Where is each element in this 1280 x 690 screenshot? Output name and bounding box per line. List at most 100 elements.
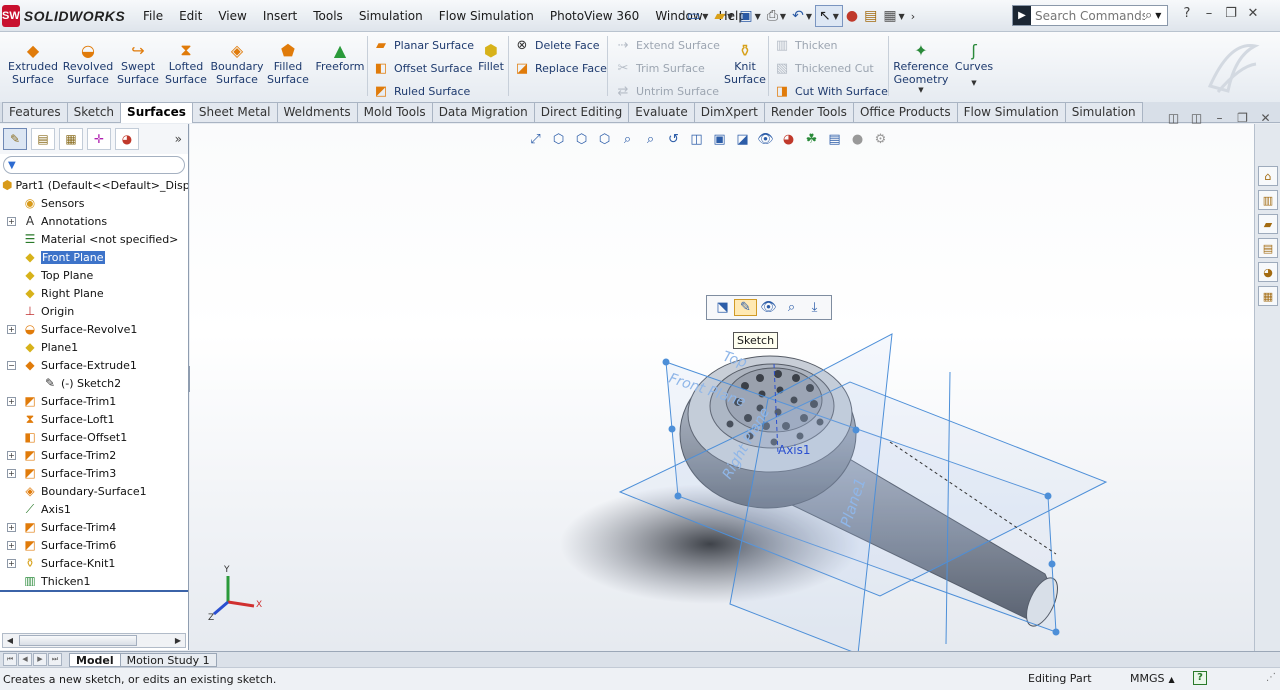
minimize-icon[interactable]: – [1208, 111, 1231, 125]
swept-surface-button[interactable]: ↪ Swept Surface [116, 40, 160, 100]
tree-item[interactable]: + A Annotations [0, 212, 188, 230]
open-button[interactable]: ▰ ▼ [711, 5, 736, 27]
new-document-button[interactable]: ▭ ▼ [684, 5, 711, 27]
feature-manager-tab[interactable]: ✎ [3, 128, 27, 150]
dimxpert-manager-tab[interactable]: ✛ [87, 128, 111, 150]
toolbar-overflow-button[interactable]: › [908, 5, 918, 27]
fillet-button[interactable]: ⬢ Fillet [476, 40, 506, 100]
restore-icon[interactable]: ❐ [1220, 6, 1242, 21]
tab-evaluate[interactable]: Evaluate [628, 102, 695, 122]
tab-flow-simulation[interactable]: Flow Simulation [956, 102, 1066, 122]
save-button[interactable]: ▣ ▼ [736, 5, 763, 27]
tab-render-tools[interactable]: Render Tools [763, 102, 854, 122]
first-tab-icon[interactable]: ⏮ [3, 653, 17, 666]
tab-motion-study-1[interactable]: Motion Study 1 [119, 652, 217, 667]
expand-icon[interactable]: + [7, 396, 16, 406]
close-icon[interactable]: ✕ [1254, 111, 1277, 125]
configuration-manager-tab[interactable]: ▦ [59, 128, 83, 150]
tree-item[interactable]: ⟋ Axis1 [0, 500, 188, 518]
offset-surface-button[interactable]: ◧ Offset Surface [372, 58, 473, 78]
menu-simulation[interactable]: Simulation [351, 8, 431, 26]
cut-with-surface-button[interactable]: ◨ Cut With Surface [773, 81, 888, 101]
delete-face-button[interactable]: ⊗ Delete Face [513, 35, 600, 55]
minimize-icon[interactable]: – [1198, 6, 1220, 21]
expand-icon[interactable]: + [7, 450, 16, 460]
boundary-surface-button[interactable]: ◈ Boundary Surface [211, 40, 264, 100]
revolved-surface-button[interactable]: ◒ Revolved Surface [62, 40, 114, 100]
file-properties-button[interactable]: ▤ [861, 5, 880, 27]
help-icon[interactable]: ? [1176, 6, 1198, 21]
horizontal-scrollbar[interactable]: ◀ ▶ [2, 633, 186, 648]
tree-item[interactable]: ◈ Boundary-Surface1 [0, 482, 188, 500]
expand-icon[interactable]: + [7, 216, 16, 226]
hide-icon[interactable]: 👁 [757, 300, 780, 315]
tree-filter[interactable]: ▼ [3, 156, 185, 174]
zoom-to-selection-icon[interactable]: ⌕ [780, 300, 803, 315]
menu-flow-simulation[interactable]: Flow Simulation [431, 8, 542, 26]
options-button[interactable]: ▦ ▼ [880, 5, 907, 27]
tree-item[interactable]: + ◩ Surface-Trim4 [0, 518, 188, 536]
tab-direct-editing[interactable]: Direct Editing [533, 102, 630, 122]
solidworks-resources-icon[interactable]: ⌂ [1258, 166, 1278, 186]
resize-grip-icon[interactable]: ⋰ [1266, 672, 1276, 683]
rebuild-button[interactable]: ● [843, 5, 861, 27]
tree-item[interactable]: + ⚱ Surface-Knit1 [0, 554, 188, 572]
expand-icon[interactable]: + [7, 468, 16, 478]
expand-icon[interactable]: + [7, 558, 16, 568]
next-tab-icon[interactable]: ▶ [33, 653, 47, 666]
untrim-surface-button[interactable]: ⇄ Untrim Surface [614, 81, 720, 101]
extruded-surface-button[interactable]: ◆ Extruded Surface [8, 40, 58, 100]
tab-sheet-metal[interactable]: Sheet Metal [191, 102, 278, 122]
thicken-button[interactable]: ▥ Thicken [773, 35, 838, 55]
expand-icon[interactable]: + [7, 522, 16, 532]
custom-properties-icon[interactable]: ▦ [1258, 286, 1278, 306]
menu-tools[interactable]: Tools [305, 8, 351, 26]
tree-item[interactable]: ⊥ Origin [0, 302, 188, 320]
scrollbar-thumb[interactable] [19, 635, 137, 646]
print-button[interactable]: ⎙ ▼ [764, 5, 789, 27]
close-icon[interactable]: ✕ [1242, 6, 1264, 21]
units-selector[interactable]: MMGS ▲ [1130, 672, 1175, 685]
tree-item[interactable]: + ◩ Surface-Trim6 [0, 536, 188, 554]
tab-features[interactable]: Features [2, 102, 68, 122]
display-manager-tab[interactable]: ◕ [115, 128, 139, 150]
trim-surface-button[interactable]: ✂ Trim Surface [614, 58, 705, 78]
tree-item[interactable]: ◆ Plane1 [0, 338, 188, 356]
tile-right-icon[interactable]: ◫ [1185, 111, 1208, 125]
expand-icon[interactable]: + [7, 324, 16, 334]
prev-tab-icon[interactable]: ◀ [18, 653, 32, 666]
tab-sketch[interactable]: Sketch [66, 102, 122, 122]
sketch-icon[interactable]: ✎ [734, 299, 757, 316]
tree-item[interactable]: ◆ Front Plane [0, 248, 188, 266]
tree-item[interactable]: ☰ Material <not specified> [0, 230, 188, 248]
panel-divider[interactable] [0, 590, 188, 592]
search-input[interactable] [1035, 8, 1145, 23]
normal-to-icon[interactable]: ⬔ [711, 300, 734, 315]
tab-surfaces[interactable]: Surfaces [120, 102, 193, 123]
tab-model[interactable]: Model [69, 652, 121, 667]
tab-office-products[interactable]: Office Products [852, 102, 958, 122]
tree-item[interactable]: + ◩ Surface-Trim1 [0, 392, 188, 410]
select-button[interactable]: ↖ ▼ [814, 5, 843, 27]
tree-item[interactable]: ◆ Top Plane [0, 266, 188, 284]
tree-item[interactable]: ✎ (-) Sketch2 [0, 374, 188, 392]
reference-geometry-button[interactable]: ✦ Reference Geometry ▼ [893, 40, 948, 100]
menu-insert[interactable]: Insert [255, 8, 305, 26]
restore-icon[interactable]: ❐ [1231, 111, 1254, 125]
tree-item[interactable]: + ◩ Surface-Trim3 [0, 464, 188, 482]
knit-surface-button[interactable]: ⚱ Knit Surface [724, 40, 766, 100]
ruled-surface-button[interactable]: ◩ Ruled Surface [372, 81, 471, 101]
last-tab-icon[interactable]: ⏭ [48, 653, 62, 666]
tree-item[interactable]: ◉ Sensors [0, 194, 188, 212]
tab-dimxpert[interactable]: DimXpert [693, 102, 765, 122]
search-icon[interactable]: ⌕ [1145, 8, 1152, 23]
menu-view[interactable]: View [210, 8, 254, 26]
chevron-down-icon[interactable]: ▼ [1155, 11, 1161, 20]
tab-mold-tools[interactable]: Mold Tools [356, 102, 433, 122]
view-palette-icon[interactable]: ▤ [1258, 238, 1278, 258]
tile-left-icon[interactable]: ◫ [1162, 111, 1185, 125]
menu-file[interactable]: File [135, 8, 171, 26]
file-explorer-icon[interactable]: ▰ [1258, 214, 1278, 234]
tab-simulation[interactable]: Simulation [1064, 102, 1143, 122]
tree-item[interactable]: ◧ Surface-Offset1 [0, 428, 188, 446]
